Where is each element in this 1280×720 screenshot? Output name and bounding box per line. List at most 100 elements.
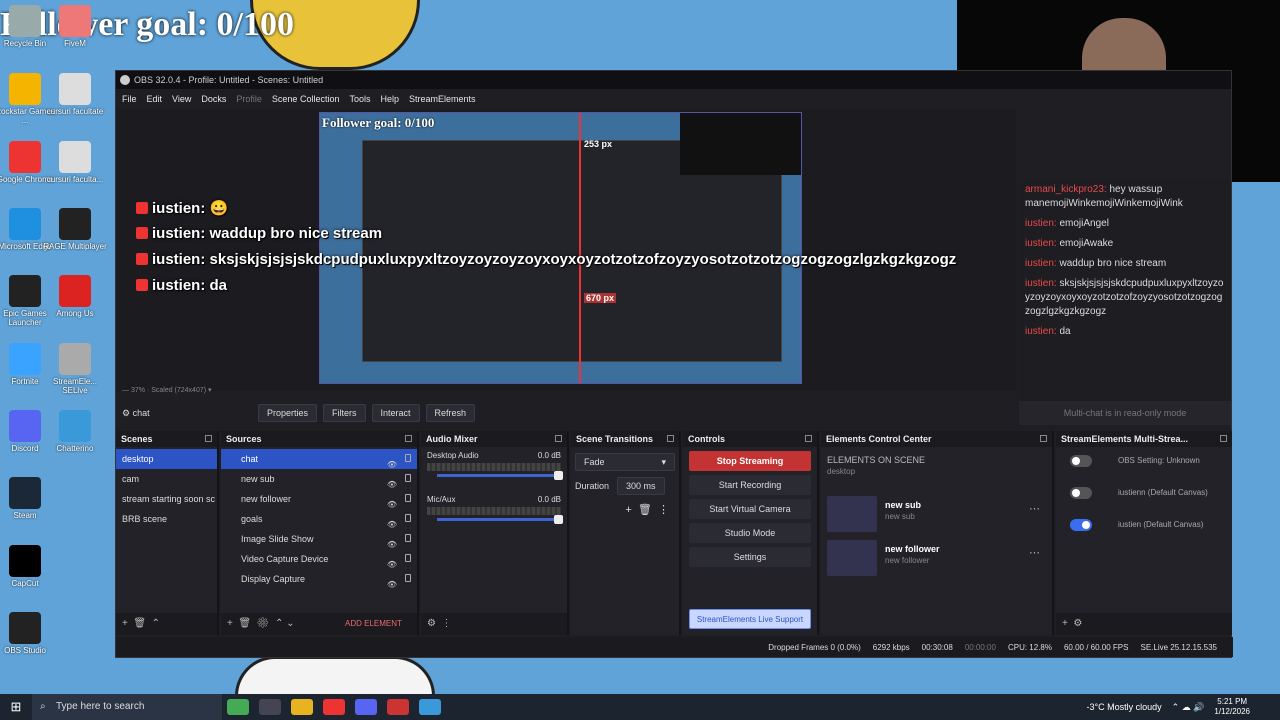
desktop-icon[interactable]: FiveM [43, 5, 107, 48]
undock-icon[interactable] [205, 435, 212, 442]
menu-scene-collection[interactable]: Scene Collection [272, 94, 340, 104]
desktop-icon[interactable]: StreamEle... SELive [43, 343, 107, 395]
element-card[interactable]: new sub new sub ⋯ [827, 496, 1046, 536]
remove-scene-icon[interactable]: 🗑 [133, 618, 146, 629]
stream-toggle[interactable] [1070, 487, 1092, 499]
zoom-bar[interactable]: — 37% · Scaled (724x407) ▾ [116, 385, 1016, 397]
menu-tools[interactable]: Tools [349, 94, 370, 104]
start-virtual-camera-button[interactable]: Start Virtual Camera [689, 499, 811, 519]
menu-view[interactable]: View [172, 94, 191, 104]
add-source-icon[interactable]: + [227, 618, 233, 629]
more-icon[interactable]: ⋯ [1029, 546, 1040, 559]
duration-input[interactable]: 300 ms [617, 477, 665, 495]
desktop-icon[interactable]: Steam [0, 477, 57, 520]
remove-source-icon[interactable]: 🗑 [238, 618, 251, 629]
stop-streaming-button[interactable]: Stop Streaming [689, 451, 811, 471]
lock-icon[interactable] [405, 454, 411, 462]
source-item[interactable]: Display Capture 👁 [221, 569, 417, 589]
menu-edit[interactable]: Edit [147, 94, 163, 104]
stream-toggle[interactable] [1070, 455, 1092, 467]
filters-button[interactable]: Filters [323, 404, 366, 422]
source-item[interactable]: new sub 👁 [221, 469, 417, 489]
lock-icon[interactable] [405, 514, 411, 522]
menu-file[interactable]: File [122, 94, 137, 104]
move-up-icon[interactable]: ⌃ [152, 618, 160, 629]
source-item[interactable]: Video Capture Device 👁 [221, 549, 417, 569]
discord-icon[interactable] [355, 699, 377, 715]
move-down-icon[interactable]: ⌄ [286, 618, 294, 629]
desktop-icon[interactable]: RAGE Multiplayer [43, 208, 107, 251]
audio-mixer-dock: Audio Mixer Desktop Audio 0.0 dB Mic/Aux 0… [421, 431, 569, 635]
menu-profile[interactable]: Profile [236, 94, 262, 104]
file-explorer-icon[interactable] [291, 699, 313, 715]
start-recording-button[interactable]: Start Recording [689, 475, 811, 495]
lock-icon[interactable] [405, 554, 411, 562]
menu-icon[interactable]: ⋮ [658, 504, 669, 516]
app-icon [59, 208, 91, 240]
task-view-icon[interactable] [259, 699, 281, 715]
search-icon: ⌕ [40, 701, 46, 712]
desktop-icon[interactable]: Among Us [43, 275, 107, 318]
live-support-button[interactable]: StreamElements Live Support [689, 609, 811, 629]
scene-item[interactable]: stream starting soon sc [116, 489, 217, 509]
lock-icon[interactable] [405, 474, 411, 482]
desktop-icon[interactable]: OBS Studio [0, 612, 57, 655]
undock-icon[interactable] [555, 435, 562, 442]
scene-item[interactable]: cam [116, 469, 217, 489]
add-icon[interactable]: + [1062, 618, 1068, 629]
remove-icon[interactable]: 🗑 [638, 504, 652, 516]
badge-icon [136, 202, 148, 214]
chatterino-icon[interactable] [419, 699, 441, 715]
source-item[interactable]: chat 👁 [221, 449, 417, 469]
transition-select[interactable]: Fade ▾ [575, 453, 675, 471]
scene-item[interactable]: desktop [116, 449, 217, 469]
interact-button[interactable]: Interact [371, 404, 420, 422]
dropped-frames: Dropped Frames 0 (0.0%) [768, 642, 861, 652]
studio-mode-button[interactable]: Studio Mode [689, 523, 811, 543]
desktop-icon[interactable]: cursuri facultate [43, 73, 107, 116]
source-item[interactable]: new follower 👁 [221, 489, 417, 509]
settings-button[interactable]: Settings [689, 547, 811, 567]
volume-slider[interactable] [437, 515, 563, 524]
add-element-button[interactable]: ADD ELEMENT [345, 613, 402, 635]
desktop-icon[interactable]: Chatterino [43, 410, 107, 453]
tray-icons[interactable]: ⌃ ☁ 🔊 [1172, 702, 1205, 713]
lock-icon[interactable] [405, 534, 411, 542]
desktop-icon[interactable]: CapCut [0, 545, 57, 588]
add-scene-icon[interactable]: + [122, 618, 128, 629]
refresh-button[interactable]: Refresh [425, 404, 476, 422]
add-icon[interactable]: + [625, 504, 631, 516]
move-up-icon[interactable]: ⌃ [275, 618, 283, 629]
undock-icon[interactable] [1040, 435, 1047, 442]
chrome-icon[interactable] [323, 699, 345, 715]
visibility-icon[interactable]: 👁 [387, 575, 397, 595]
menu-help[interactable]: Help [380, 94, 399, 104]
desktop-icon[interactable]: cursuri faculta... [43, 141, 107, 184]
lock-icon[interactable] [405, 574, 411, 582]
undock-icon[interactable] [805, 435, 812, 442]
more-icon[interactable]: ⋯ [1029, 502, 1040, 515]
mixer-settings-icon[interactable]: ⚙ [427, 618, 436, 629]
element-card[interactable]: new follower new follower ⋯ [827, 540, 1046, 580]
menu-streamelements[interactable]: StreamElements [409, 94, 476, 104]
stream-toggle[interactable] [1070, 519, 1092, 531]
source-item[interactable]: goals 👁 [221, 509, 417, 529]
scene-item[interactable]: BRB scene [116, 509, 217, 529]
taskbar-search[interactable]: ⌕ Type here to search [32, 694, 222, 720]
undock-icon[interactable] [405, 435, 412, 442]
undock-icon[interactable] [1220, 435, 1227, 442]
windows-start-icon[interactable]: ⊞ [0, 699, 32, 715]
menu-docks[interactable]: Docks [201, 94, 226, 104]
properties-button[interactable]: Properties [258, 404, 318, 422]
gear-icon[interactable]: ⚙ [1073, 618, 1082, 629]
clock[interactable]: 5:21 PM 1/12/2026 [1214, 697, 1250, 717]
streamelements-icon[interactable] [387, 699, 409, 715]
weather[interactable]: -3°C Mostly cloudy [1087, 702, 1162, 712]
lock-icon[interactable] [405, 494, 411, 502]
volume-slider[interactable] [437, 471, 563, 480]
source-settings-icon[interactable]: ⚙ [257, 618, 270, 629]
undock-icon[interactable] [667, 435, 674, 442]
mixer-menu-icon[interactable]: ⋮ [442, 618, 452, 629]
audio-meter [427, 463, 561, 471]
source-item[interactable]: Image Slide Show 👁 [221, 529, 417, 549]
